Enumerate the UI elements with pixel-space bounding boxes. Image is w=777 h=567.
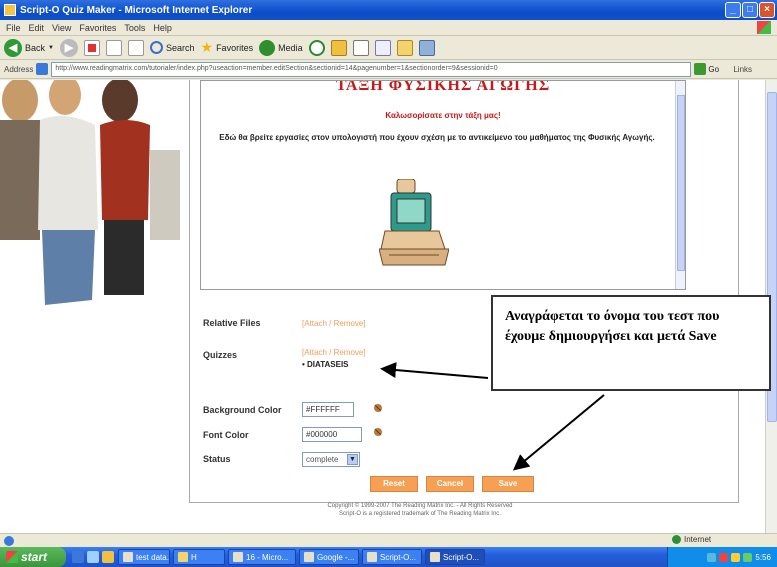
save-button[interactable]: Save [482, 476, 534, 492]
go-arrow-icon [694, 63, 707, 75]
taskbar-item[interactable]: H [173, 549, 225, 565]
relative-files-label: Relative Files [203, 318, 261, 328]
go-button[interactable]: Go [694, 62, 722, 77]
search-icon [149, 41, 163, 54]
status-select[interactable]: complete ▼ [302, 452, 360, 467]
forward-button[interactable]: ▶ [59, 38, 78, 57]
taskbar-item[interactable]: Google -... [299, 549, 359, 565]
print-icon[interactable] [352, 39, 369, 56]
address-label: Address [4, 64, 34, 74]
welcome-text: Καλωσορίσατε στην τάξη μας! [385, 111, 501, 120]
star-icon: ★ [200, 39, 214, 55]
cancel-button[interactable]: Cancel [426, 476, 474, 492]
search-button[interactable]: Search [149, 41, 195, 54]
quizzes-label: Quizzes [203, 350, 238, 360]
menu-edit[interactable]: Edit [29, 23, 45, 33]
start-button[interactable]: start [0, 547, 66, 567]
menu-tools[interactable]: Tools [124, 23, 145, 33]
font-color-label: Font Color [203, 430, 249, 440]
ie-app-icon [4, 4, 16, 16]
ie-quicklaunch-icon[interactable] [72, 551, 84, 563]
menu-help[interactable]: Help [153, 23, 172, 33]
page-icon [36, 63, 49, 75]
status-bar: Internet [0, 533, 777, 547]
system-tray: 5:56 [667, 547, 777, 567]
menu-file[interactable]: File [6, 23, 21, 33]
quiz-list-item: • DIATASEIS [302, 360, 349, 369]
color-picker-icon[interactable] [372, 426, 384, 438]
history-icon[interactable] [308, 39, 325, 56]
computer-illustration [379, 179, 449, 266]
internet-zone: Internet [672, 535, 711, 544]
windows-logo-icon [757, 21, 771, 34]
maximize-button[interactable]: □ [742, 2, 758, 18]
browser-toolbar: ◀ Back ▼ ▶ Search ★ Favorites Media [0, 36, 777, 60]
relative-files-attach-link[interactable]: [Attach / Remove] [302, 319, 366, 328]
security-icon[interactable] [719, 552, 729, 562]
globe-icon [672, 535, 681, 544]
copyright-footer: Copyright © 1999-2007 The Reading Matrix… [327, 503, 513, 517]
stop-icon[interactable] [83, 39, 100, 56]
media-button[interactable]: Media [259, 39, 303, 56]
menu-view[interactable]: View [52, 23, 71, 33]
content-frame-scrollbar[interactable] [675, 81, 685, 289]
section-content-frame: ΤΑΞΗ ΦΥΣΙΚΗΣ ΑΓΩΓΗΣ Καλωσορίσατε στην τά… [200, 80, 686, 290]
window-title-bar: Script-O Quiz Maker - Microsoft Internet… [0, 0, 777, 20]
quick-launch [72, 551, 114, 563]
clock[interactable]: 5:56 [755, 553, 771, 562]
annotation-callout: Αναγράφεται το όνομα του τεστ που έχουμε… [491, 295, 771, 391]
desktop-quicklaunch-icon[interactable] [87, 551, 99, 563]
edit-icon[interactable] [374, 39, 391, 56]
network-icon[interactable] [707, 552, 717, 562]
description-text: Εδώ θα βρείτε εργασίες στον υπολογιστή π… [219, 133, 655, 142]
media-icon [259, 39, 276, 56]
refresh-icon[interactable] [105, 39, 122, 56]
windows-logo-icon [6, 551, 18, 563]
color-picker-icon[interactable] [372, 402, 384, 414]
taskbar-item[interactable]: Script-O... [362, 549, 422, 565]
font-color-input[interactable]: #000000 [302, 427, 362, 442]
people-photo [0, 80, 180, 310]
background-color-input[interactable]: #FFFFFF [302, 402, 354, 417]
menu-favorites[interactable]: Favorites [79, 23, 116, 33]
back-arrow-icon: ◀ [4, 38, 22, 57]
chevron-down-icon: ▼ [347, 454, 358, 465]
taskbar-item-active[interactable]: Script-O... [425, 549, 485, 565]
mail-icon[interactable] [330, 39, 347, 56]
taskbar-item[interactable]: 16 - Micro... [228, 549, 296, 565]
forward-arrow-icon: ▶ [59, 38, 78, 57]
media-quicklaunch-icon[interactable] [102, 551, 114, 563]
messenger-icon[interactable] [418, 39, 435, 56]
taskbar: start test data... H 16 - Micro... Googl… [0, 547, 777, 567]
status-label: Status [203, 454, 231, 464]
reset-button[interactable]: Reset [370, 476, 418, 492]
ie-status-icon [4, 536, 14, 546]
back-button[interactable]: ◀ Back ▼ [4, 38, 54, 57]
address-bar: Address http://www.readingmatrix.com/tut… [0, 60, 777, 79]
favorites-button[interactable]: ★ Favorites [201, 39, 254, 56]
window-controls: _ □ × [725, 2, 775, 18]
taskbar-item[interactable]: test data... [118, 549, 170, 565]
minimize-button[interactable]: _ [725, 2, 741, 18]
volume-icon[interactable] [731, 552, 741, 562]
folder-icon[interactable] [396, 39, 413, 56]
background-color-label: Background Color [203, 405, 282, 415]
address-input[interactable]: http://www.readingmatrix.com/tutorialer/… [51, 61, 692, 77]
quizzes-attach-link[interactable]: [Attach / Remove] [302, 348, 366, 357]
menu-bar: File Edit View Favorites Tools Help [0, 20, 777, 36]
links-label[interactable]: Links [733, 65, 752, 74]
antivirus-icon[interactable] [743, 552, 753, 562]
section-title: ΤΑΞΗ ΦΥΣΙΚΗΣ ΑΓΩΓΗΣ [335, 80, 551, 94]
close-button[interactable]: × [759, 2, 775, 18]
window-title: Script-O Quiz Maker - Microsoft Internet… [20, 4, 253, 16]
home-icon[interactable] [127, 39, 144, 56]
